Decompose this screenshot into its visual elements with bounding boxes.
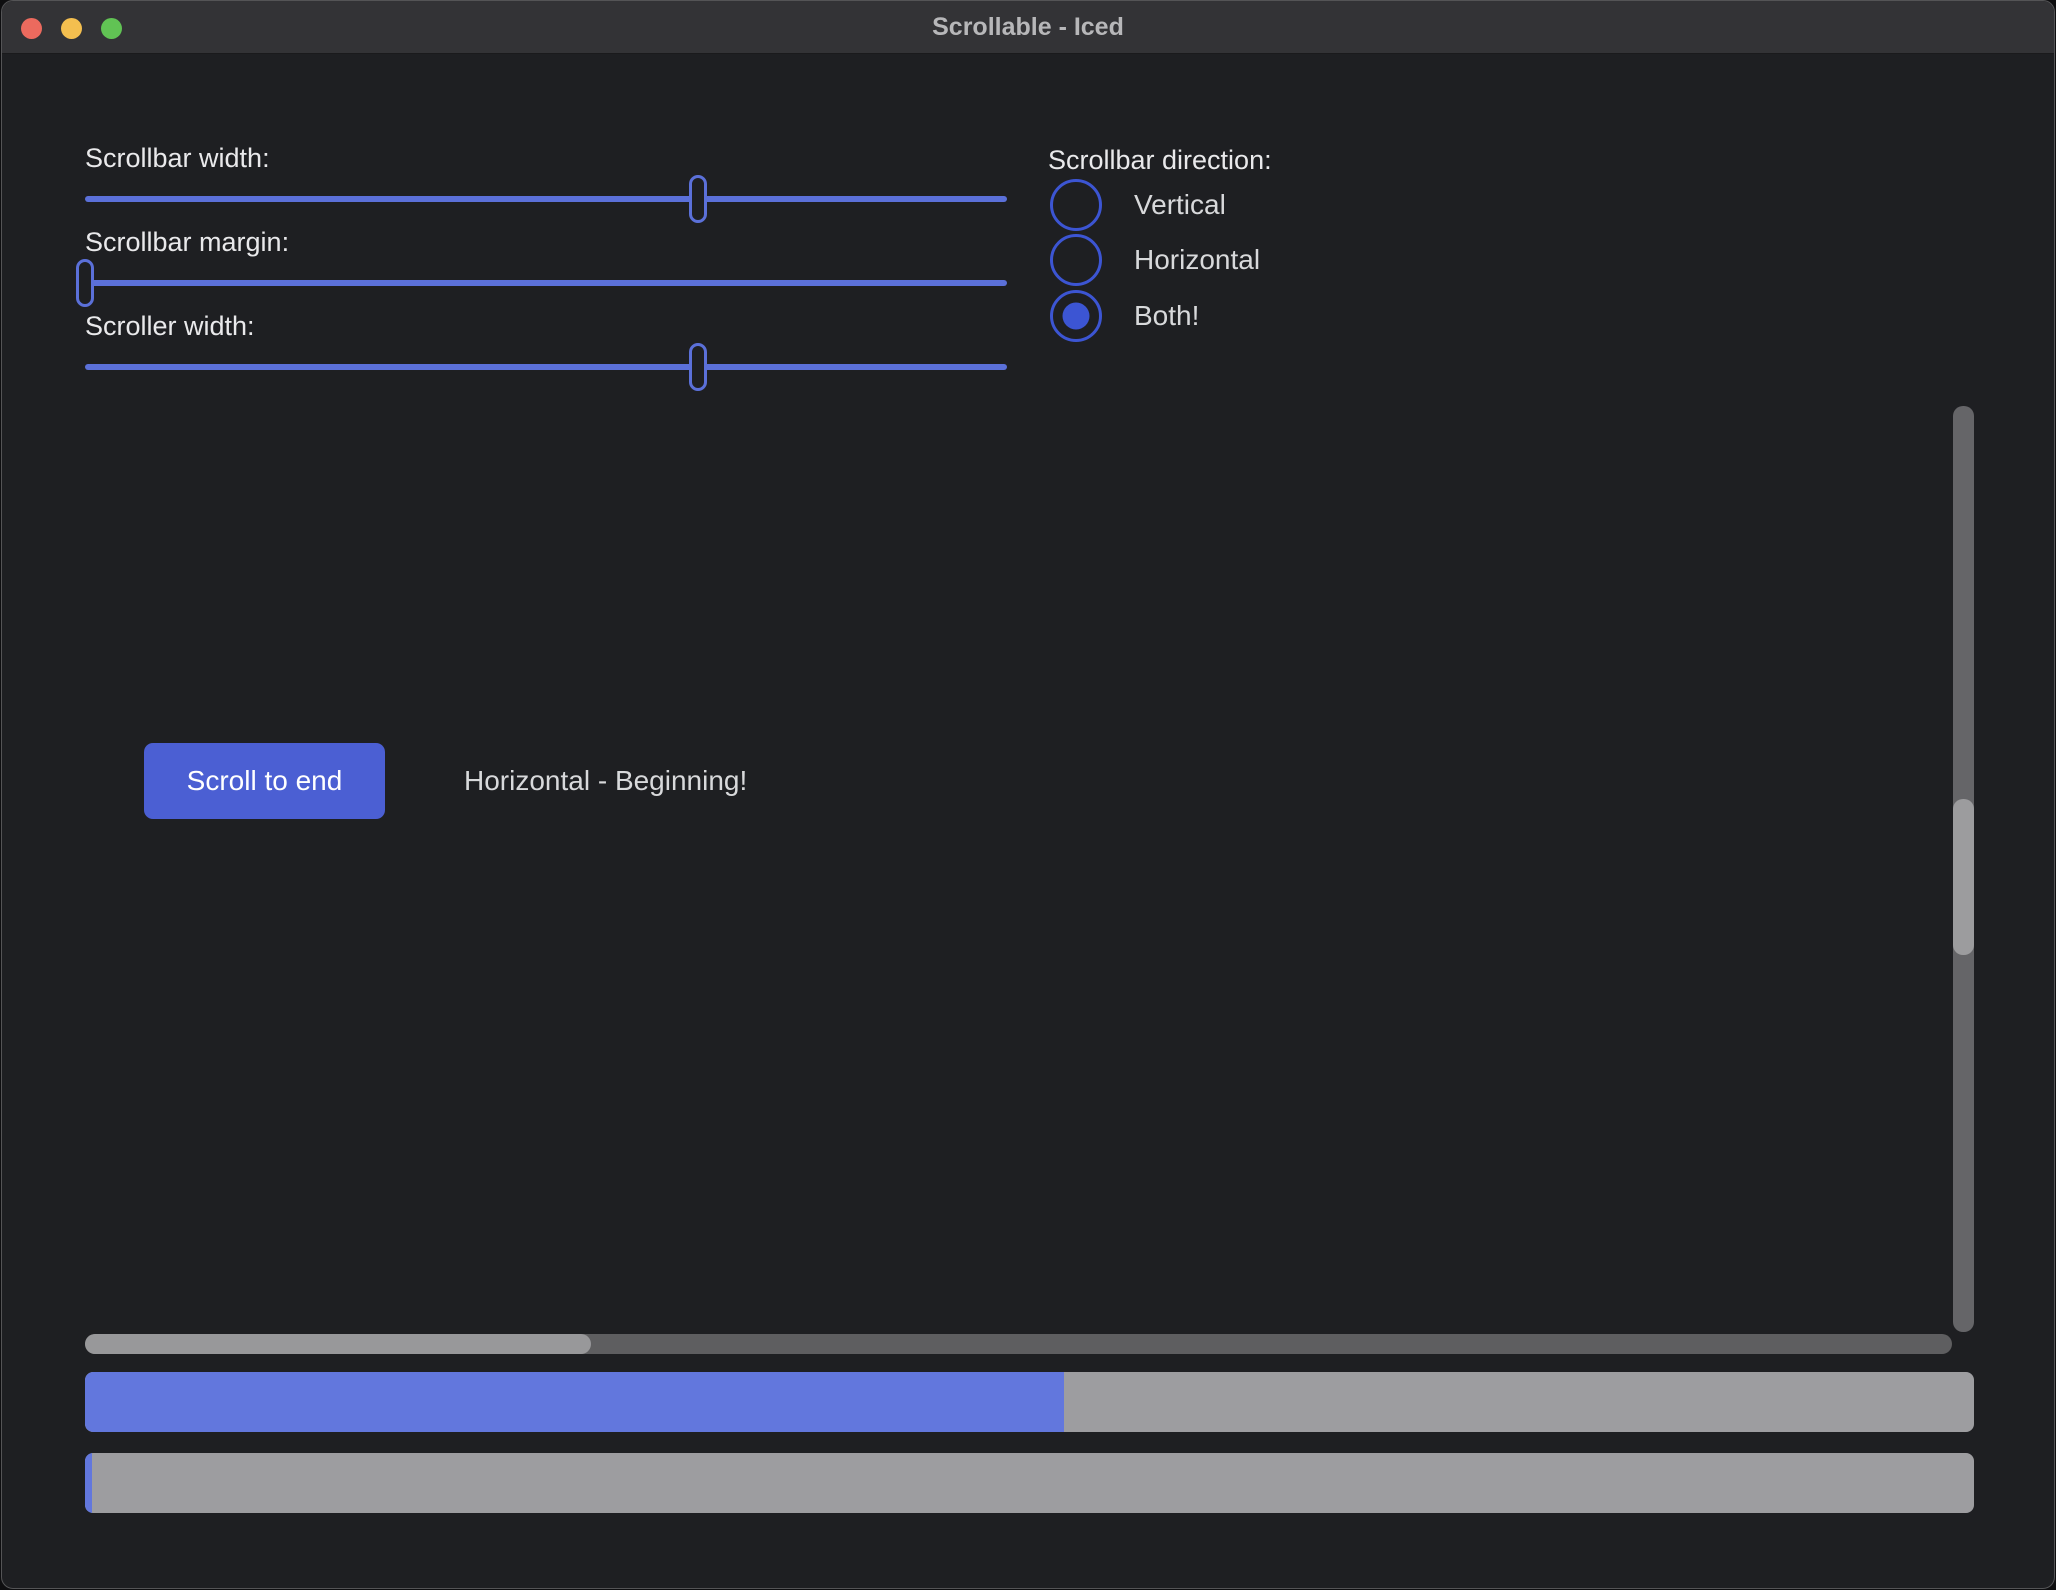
scrollbar-margin-label: Scrollbar margin:: [85, 224, 289, 260]
app-window: Scrollable - Iced Scrollbar width: Scrol…: [1, 0, 2055, 1589]
title-bar: Scrollable - Iced: [2, 1, 2054, 54]
radio-label: Both!: [1134, 300, 1199, 332]
slider-handle[interactable]: [76, 259, 94, 307]
vertical-scrollbar[interactable]: [1953, 406, 1974, 1332]
radio-label: Vertical: [1134, 189, 1226, 221]
scroller-width-slider[interactable]: [85, 364, 1007, 370]
scrollbar-margin-slider[interactable]: [85, 280, 1007, 286]
scroll-to-end-button[interactable]: Scroll to end: [144, 743, 385, 819]
vertical-scrollbar-thumb[interactable]: [1953, 799, 1974, 955]
window-title: Scrollable - Iced: [2, 1, 2054, 54]
scroller-width-label: Scroller width:: [85, 308, 255, 344]
radio-circle[interactable]: [1050, 290, 1102, 342]
slider-handle[interactable]: [689, 343, 707, 391]
scrollbar-width-slider[interactable]: [85, 196, 1007, 202]
radio-label: Horizontal: [1134, 244, 1260, 276]
progress-fill: [85, 1453, 92, 1513]
horizontal-scrollbar-thumb[interactable]: [85, 1334, 591, 1354]
vertical-progress-bar: [85, 1372, 1974, 1432]
radio-circle[interactable]: [1050, 179, 1102, 231]
scrollbar-width-label: Scrollbar width:: [85, 140, 270, 176]
horizontal-progress-bar: [85, 1453, 1974, 1513]
progress-fill: [85, 1372, 1064, 1432]
scrollbar-direction-label: Scrollbar direction:: [1048, 142, 1272, 178]
radio-circle[interactable]: [1050, 234, 1102, 286]
horizontal-scrollbar[interactable]: [85, 1334, 1952, 1354]
scroll-status-text: Horizontal - Beginning!: [464, 763, 747, 799]
slider-handle[interactable]: [689, 175, 707, 223]
